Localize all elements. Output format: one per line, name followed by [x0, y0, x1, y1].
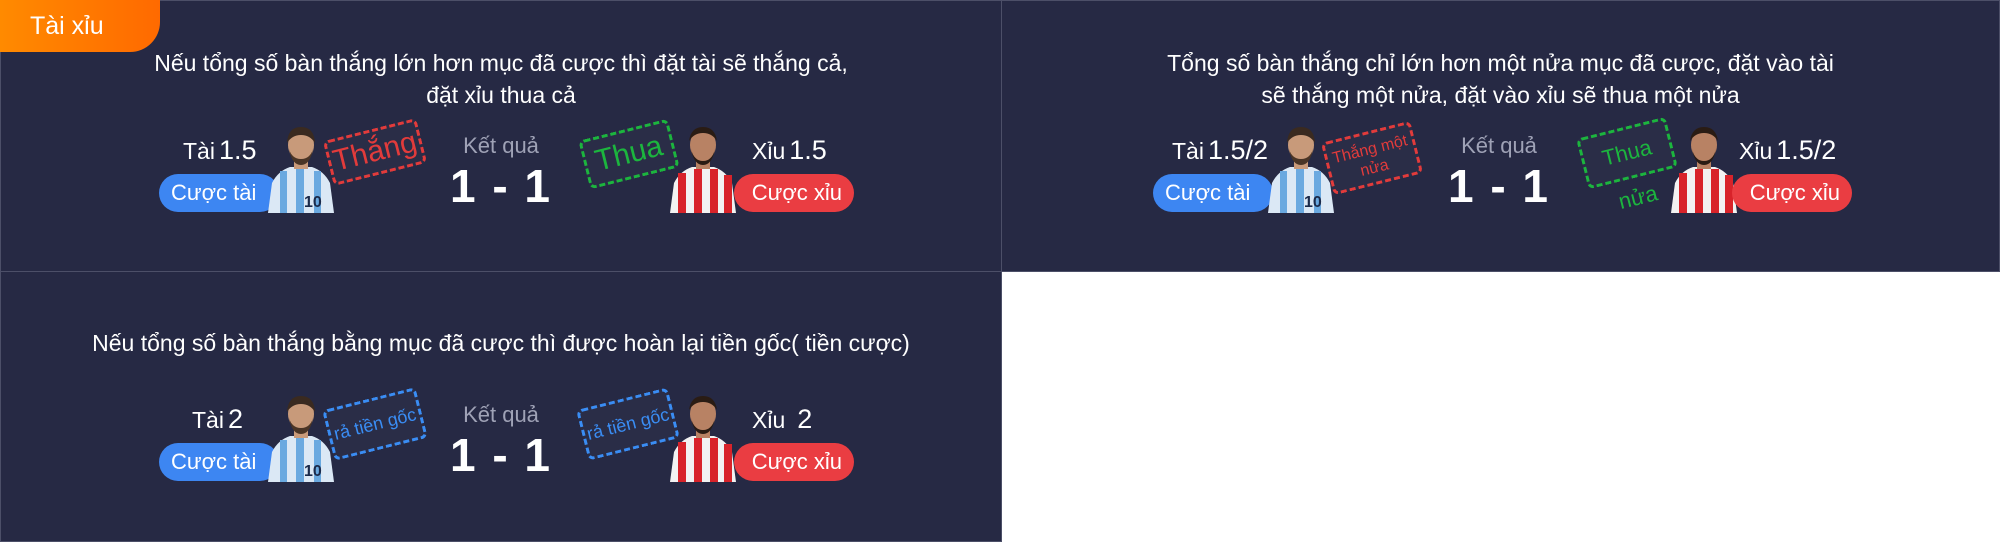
over-label: Tài: [192, 407, 224, 433]
under-line-label: Xỉu 1.5/2: [1739, 135, 1836, 166]
stamp-lose: Thua: [578, 118, 680, 190]
bet-under-button[interactable]: Cược xỉu: [734, 174, 854, 212]
over-value: 2: [227, 404, 243, 434]
over-value: 1.5/2: [1207, 135, 1269, 165]
under-label: Xỉu: [752, 407, 786, 433]
rule-description: Tổng số bàn thắng chỉ lớn hơn một nửa mụ…: [1002, 47, 1999, 111]
player-over-image: 10: [268, 127, 334, 213]
over-line-label: Tài 1.5: [183, 135, 257, 166]
rule-description: Nếu tổng số bàn thắng bằng mục đã cược t…: [1, 327, 1001, 359]
bet-under-button[interactable]: Cược xỉu: [1732, 174, 1852, 212]
rule-line-2: đặt xỉu thua cả: [426, 82, 576, 108]
under-line-label: Xỉu 1.5: [752, 135, 827, 166]
result-score: 1 - 1: [449, 160, 553, 212]
rule-line-1: Tổng số bàn thắng chỉ lớn hơn một nửa mụ…: [1167, 50, 1834, 76]
result-score: 1 - 1: [449, 429, 553, 481]
rule-line-1: Nếu tổng số bàn thắng lớn hơn mục đã cượ…: [154, 50, 848, 76]
panel-refund: Nếu tổng số bàn thắng bằng mục đã cược t…: [0, 271, 1002, 542]
over-value: 1.5: [218, 135, 257, 165]
svg-text:10: 10: [304, 194, 322, 211]
player-under-image: [670, 396, 736, 482]
over-line-label: Tài 1.5/2: [1172, 135, 1268, 166]
player-over-image: 10: [268, 396, 334, 482]
under-value: 2: [797, 404, 813, 434]
tab-tai-xiu[interactable]: Tài xỉu: [0, 0, 160, 52]
panel-half-win: Tổng số bàn thắng chỉ lớn hơn một nửa mụ…: [1001, 0, 2000, 272]
under-line-label: Xỉu 2: [752, 404, 812, 435]
bet-over-button[interactable]: Cược tài: [159, 174, 279, 212]
bet-over-button[interactable]: Cược tài: [1153, 174, 1273, 212]
player-under-image: [1671, 127, 1737, 213]
player-under-image: [670, 127, 736, 213]
rule-description: Nếu tổng số bàn thắng lớn hơn mục đã cượ…: [1, 47, 1001, 111]
result-label: Kết quả: [1461, 133, 1537, 158]
under-label: Xỉu: [1739, 138, 1773, 164]
svg-text:10: 10: [304, 463, 322, 480]
stamp-win: Thắng: [322, 118, 428, 186]
under-value: 1.5/2: [1776, 135, 1837, 165]
rule-line-2: sẽ thắng một nửa, đặt vào xỉu sẽ thua mộ…: [1261, 82, 1740, 108]
under-label: Xỉu: [752, 138, 786, 164]
over-label: Tài: [183, 138, 215, 164]
over-line-label: Tài 2: [192, 404, 243, 435]
stamp-half-lose: Thua nửa: [1576, 116, 1678, 214]
over-label: Tài: [1172, 138, 1204, 164]
rule-line-1: Nếu tổng số bàn thắng bằng mục đã cược t…: [92, 330, 910, 356]
under-value: 1.5: [789, 135, 827, 165]
svg-text:10: 10: [1304, 194, 1322, 211]
bet-over-button[interactable]: Cược tài: [159, 443, 279, 481]
bet-under-button[interactable]: Cược xỉu: [734, 443, 854, 481]
stamp-refund: rả tiền gốc: [576, 387, 680, 461]
result-label: Kết quả: [463, 402, 539, 427]
result-label: Kết quả: [463, 133, 539, 158]
result-score: 1 - 1: [1447, 160, 1551, 212]
